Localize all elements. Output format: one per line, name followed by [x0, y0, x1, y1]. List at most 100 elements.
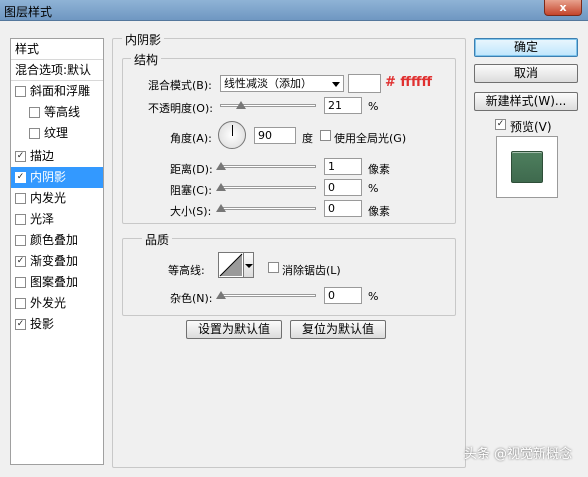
sidebar-item-outer-glow[interactable]: 外发光 [11, 293, 103, 314]
sidebar-item-label: 混合选项:默认 [15, 63, 92, 77]
sidebar-item-inner-shadow[interactable]: ✓ 内阴影 [11, 167, 103, 188]
sidebar-item-label: 等高线 [44, 105, 81, 119]
sidebar-item-color-overlay[interactable]: 颜色叠加 [11, 230, 103, 251]
sidebar-item-gradient-overlay[interactable]: ✓ 渐变叠加 [11, 251, 103, 272]
reset-default-button[interactable]: 复位为默认值 [290, 320, 386, 339]
sidebar-item-stroke[interactable]: ✓ 描边 [11, 146, 103, 167]
contour-label: 等高线: [168, 264, 205, 277]
blend-mode-select[interactable]: 线性减淡（添加） [220, 75, 344, 92]
sidebar-item-drop-shadow[interactable]: ✓ 投影 [11, 314, 103, 335]
color-annotation: # ffffff [385, 75, 433, 90]
sidebar-item-label: 内阴影 [30, 170, 67, 184]
checkbox-checked[interactable]: ✓ [15, 256, 26, 267]
quality-legend: 品质 [142, 231, 173, 248]
sidebar-item-label: 描边 [30, 149, 55, 163]
angle-input[interactable]: 90 [254, 127, 296, 144]
checkbox[interactable] [15, 214, 26, 225]
checkbox-checked[interactable]: ✓ [15, 319, 26, 330]
ok-button[interactable]: 确定 [474, 38, 578, 57]
opacity-slider[interactable] [220, 101, 316, 109]
contour-curve-icon [219, 253, 243, 277]
dialog-client: 样式 混合选项:默认 斜面和浮雕 等高线 纹理 ✓ 描边 ✓ 内阴影 内发光 光泽 … [6, 26, 582, 470]
sidebar-item-label: 投影 [30, 317, 55, 331]
opacity-label: 不透明度(O): [148, 102, 213, 115]
slider-thumb[interactable] [216, 291, 226, 299]
sidebar-item-styles[interactable]: 样式 [11, 39, 103, 60]
sidebar-item-label: 颜色叠加 [30, 233, 79, 247]
angle-needle [232, 125, 233, 136]
sidebar-item-label: 内发光 [30, 191, 67, 205]
antialias-label: 消除锯齿(L) [282, 264, 341, 277]
global-light-checkbox[interactable] [320, 130, 331, 141]
sidebar-item-label: 样式 [15, 42, 40, 56]
opacity-unit: % [368, 100, 379, 113]
sidebar-item-blending-options[interactable]: 混合选项:默认 [11, 60, 103, 81]
sidebar-item-label: 渐变叠加 [30, 254, 79, 268]
style-list: 样式 混合选项:默认 斜面和浮雕 等高线 纹理 ✓ 描边 ✓ 内阴影 内发光 光泽 … [10, 38, 104, 465]
sidebar-item-label: 外发光 [30, 296, 67, 310]
chevron-down-icon [245, 264, 253, 268]
opacity-input[interactable]: 21 [324, 97, 362, 114]
sidebar-item-bevel-emboss[interactable]: 斜面和浮雕 [11, 81, 103, 102]
close-button[interactable]: x [544, 0, 582, 16]
checkbox-checked[interactable]: ✓ [15, 172, 26, 183]
cancel-button[interactable]: 取消 [474, 64, 578, 83]
sidebar-item-texture[interactable]: 纹理 [11, 123, 103, 144]
size-slider[interactable] [216, 204, 316, 212]
sidebar-item-satin[interactable]: 光泽 [11, 209, 103, 230]
checkbox[interactable] [29, 107, 40, 118]
global-light-label: 使用全局光(G) [334, 132, 407, 145]
contour-picker[interactable] [218, 252, 244, 278]
noise-input[interactable]: 0 [324, 287, 362, 304]
preview-box [496, 136, 558, 198]
sidebar-item-inner-glow[interactable]: 内发光 [11, 188, 103, 209]
distance-slider[interactable] [216, 162, 316, 170]
distance-label: 距离(D): [170, 163, 213, 176]
sidebar-item-label: 图案叠加 [30, 275, 79, 289]
set-default-button[interactable]: 设置为默认值 [186, 320, 282, 339]
shadow-color-swatch[interactable] [348, 74, 381, 93]
slider-thumb[interactable] [216, 204, 226, 212]
checkbox[interactable] [15, 86, 26, 97]
choke-unit: % [368, 182, 379, 195]
contour-dropdown-button[interactable] [244, 252, 254, 278]
size-input[interactable]: 0 [324, 200, 362, 217]
sidebar-item-pattern-overlay[interactable]: 图案叠加 [11, 272, 103, 293]
sidebar-item-label: 光泽 [30, 212, 55, 226]
distance-unit: 像素 [368, 163, 390, 176]
checkbox[interactable] [15, 298, 26, 309]
chevron-down-icon [332, 82, 340, 87]
checkbox[interactable] [15, 235, 26, 246]
distance-input[interactable]: 1 [324, 158, 362, 175]
angle-label: 角度(A): [170, 132, 212, 145]
sidebar-item-contour[interactable]: 等高线 [11, 102, 103, 123]
choke-label: 阻塞(C): [170, 184, 212, 197]
antialias-checkbox[interactable] [268, 262, 279, 273]
checkbox[interactable] [15, 193, 26, 204]
checkbox-checked[interactable]: ✓ [15, 151, 26, 162]
watermark: 头条 @视觉新概念 [463, 447, 572, 462]
choke-slider[interactable] [216, 183, 316, 191]
window-title: 图层样式 [4, 5, 53, 19]
slider-thumb[interactable] [235, 101, 246, 109]
blend-mode-value: 线性减淡（添加） [224, 77, 312, 90]
blend-mode-label: 混合模式(B): [148, 79, 212, 92]
slider-thumb[interactable] [216, 183, 226, 191]
choke-input[interactable]: 0 [324, 179, 362, 196]
size-unit: 像素 [368, 205, 390, 218]
panel-title: 内阴影 [122, 31, 165, 48]
checkbox[interactable] [15, 277, 26, 288]
title-bar: 图层样式 x [0, 0, 588, 21]
sidebar-item-label: 斜面和浮雕 [30, 84, 91, 98]
sidebar-item-label: 纹理 [44, 126, 69, 140]
slider-thumb[interactable] [216, 162, 226, 170]
noise-unit: % [368, 290, 379, 303]
noise-slider[interactable] [216, 291, 316, 299]
preview-label: 预览(V) [510, 120, 552, 134]
noise-label: 杂色(N): [170, 292, 213, 305]
new-style-button[interactable]: 新建样式(W)... [474, 92, 578, 111]
preview-checkbox[interactable]: ✓ [495, 119, 506, 130]
angle-dial[interactable] [218, 121, 246, 149]
checkbox[interactable] [29, 128, 40, 139]
size-label: 大小(S): [170, 205, 212, 218]
